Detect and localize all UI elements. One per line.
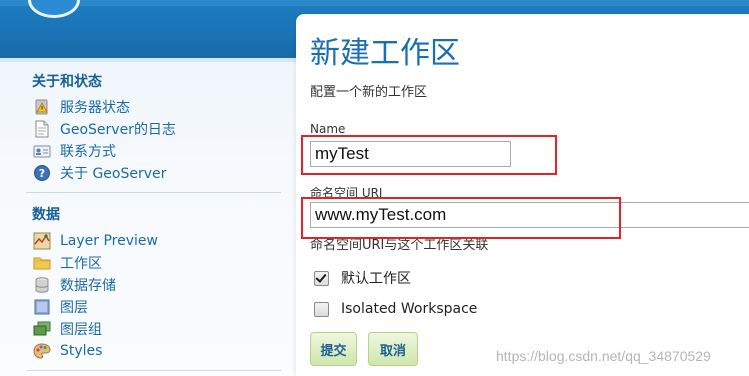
sidebar-item-label: 联系方式 [60,144,116,160]
map-preview-icon [33,232,51,250]
sidebar-item-label: 工作区 [60,256,102,272]
sidebar-item-styles[interactable]: Styles [33,341,102,361]
default-workspace-checkbox[interactable] [314,270,329,286]
help-question-icon: ? [33,164,51,182]
sidebar-item-label: Styles [60,343,103,359]
sidebar-item-workspaces[interactable]: 工作区 [33,253,102,273]
sidebar-top-border [0,58,300,62]
server-status-icon [33,98,51,116]
page-subtitle: 配置一个新的工作区 [310,85,428,100]
layer-icon [33,298,51,316]
header-stripe [0,0,749,6]
sidebar-item-geoserver-log[interactable]: GeoServer的日志 [33,119,176,139]
sidebar-divider [26,192,281,193]
sidebar-divider [26,370,281,371]
sidebar-item-layers[interactable]: 图层 [33,297,88,317]
isolated-workspace-checkbox-row[interactable]: Isolated Workspace [314,301,477,317]
isolated-workspace-checkbox[interactable] [314,301,329,317]
document-log-icon [33,120,51,138]
name-input[interactable] [310,141,511,167]
layer-group-icon [33,320,51,338]
watermark-text: https://blog.csdn.net/qq_34870529 [496,348,711,364]
cancel-button[interactable]: 取消 [368,332,418,366]
sidebar-item-label: GeoServer的日志 [60,122,176,138]
sidebar-section-about-title: 关于和状态 [32,74,102,90]
contact-card-icon [33,142,51,160]
sidebar-item-server-status[interactable]: 服务器状态 [33,97,130,117]
sidebar-item-label: Layer Preview [60,233,158,249]
isolated-workspace-label: Isolated Workspace [341,301,478,317]
sidebar-item-label: 图层 [60,300,88,316]
sidebar-item-about-geoserver[interactable]: ? 关于 GeoServer [33,163,166,183]
uri-field-label: 命名空间 URI [310,186,383,200]
palette-icon [33,342,51,360]
sidebar-item-label: 图层组 [60,322,102,338]
uri-hint-text: 命名空间URI与这个工作区关联 [310,238,489,253]
namespace-uri-input[interactable] [310,202,749,228]
folder-icon [33,254,51,272]
svg-text:?: ? [39,167,45,180]
sidebar-section-data-title: 数据 [32,207,60,223]
sidebar-item-layer-groups[interactable]: 图层组 [33,319,102,339]
database-icon [33,276,51,294]
main-panel: 新建工作区 配置一个新的工作区 Name 命名空间 URI 命名空间URI与这个… [296,14,749,376]
name-field-label: Name [310,122,346,136]
page-title: 新建工作区 [310,36,460,71]
sidebar: 关于和状态 服务器状态 GeoServer的日志 联系方式 ? 关于 GeoSe… [0,58,300,376]
sidebar-item-label: 数据存储 [60,278,116,294]
default-workspace-checkbox-row[interactable]: 默认工作区 [314,268,411,288]
sidebar-item-stores[interactable]: 数据存储 [33,275,116,295]
sidebar-item-contact[interactable]: 联系方式 [33,141,116,161]
geoserver-logo-icon[interactable] [28,0,80,18]
sidebar-item-layer-preview[interactable]: Layer Preview [33,231,158,251]
sidebar-item-label: 关于 GeoServer [60,166,167,182]
submit-button[interactable]: 提交 [310,332,357,366]
sidebar-item-label: 服务器状态 [60,100,130,116]
default-workspace-label: 默认工作区 [341,271,411,287]
